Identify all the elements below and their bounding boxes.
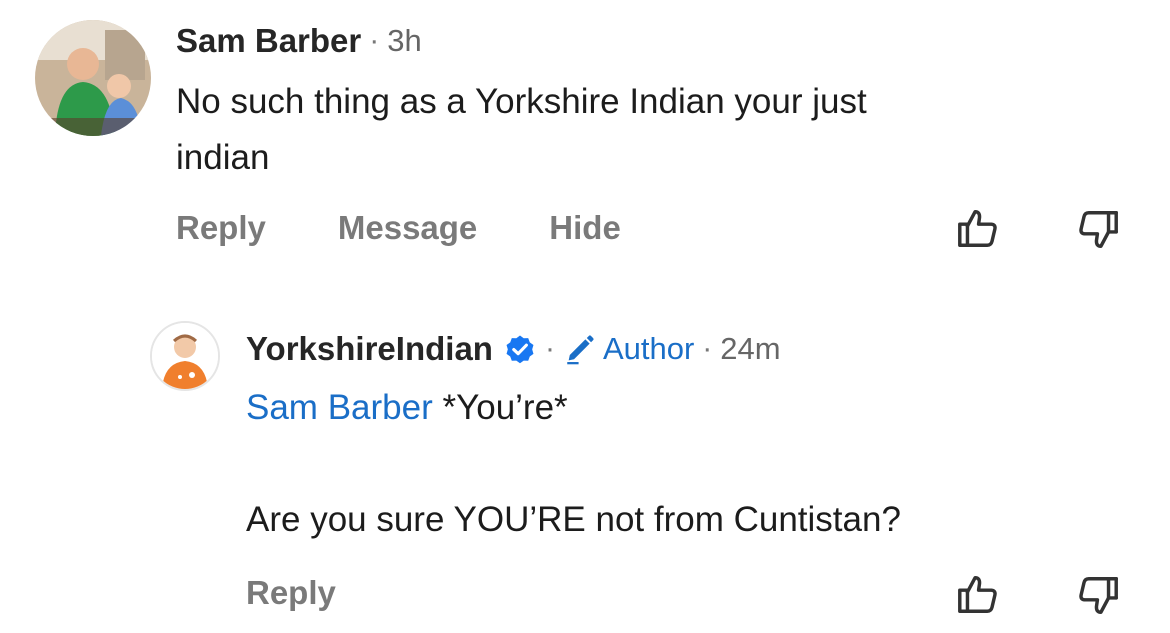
comment-text-line2: indian [176,138,270,177]
comment-author-name[interactable]: Sam Barber [176,22,361,60]
thumbs-up-icon[interactable] [955,205,1001,251]
comment-text-line1: No such thing as a Yorkshire Indian your… [176,82,867,121]
reply-blank-line [246,436,901,492]
comment-meta: Sam Barber · 3h [176,22,422,60]
author-badge: Author [563,331,694,367]
reply-text-line1: Sam Barber *You’re* [246,380,901,436]
comment-actions: Reply Message Hide [176,209,621,247]
reply-meta: YorkshireIndian · Author · 24m [246,330,781,368]
avatar-sam-barber[interactable] [35,20,151,136]
reply-timestamp: 24m [720,331,781,366]
meta-separator: · [369,24,380,57]
reply-actions: Reply [246,574,336,612]
message-button[interactable]: Message [338,209,477,247]
thumbs-down-icon[interactable] [1075,207,1121,253]
reply-button[interactable]: Reply [176,209,266,247]
verified-check-icon [503,332,537,366]
thumbs-up-icon[interactable] [955,571,1001,617]
reply-text-line1-rest: *You’re* [432,388,568,427]
meta-separator: · [702,332,713,365]
comment-timestamp: 3h [387,23,422,58]
reply-to-reply-button[interactable]: Reply [246,574,336,612]
avatar-yorkshireindian[interactable] [150,321,220,391]
mention-link[interactable]: Sam Barber [246,388,433,427]
author-badge-label: Author [602,331,695,366]
comment-text: No such thing as a Yorkshire Indian your… [176,74,867,186]
reply-text: Sam Barber *You’re* Are you sure YOU’RE … [246,380,901,548]
thumbs-down-icon[interactable] [1075,573,1121,619]
pencil-icon [567,335,594,365]
reply-author-name[interactable]: YorkshireIndian [246,330,493,368]
meta-separator: · [544,332,555,365]
reply-text-line2: Are you sure YOU’RE not from Cuntistan? [246,500,901,539]
hide-button[interactable]: Hide [549,209,621,247]
